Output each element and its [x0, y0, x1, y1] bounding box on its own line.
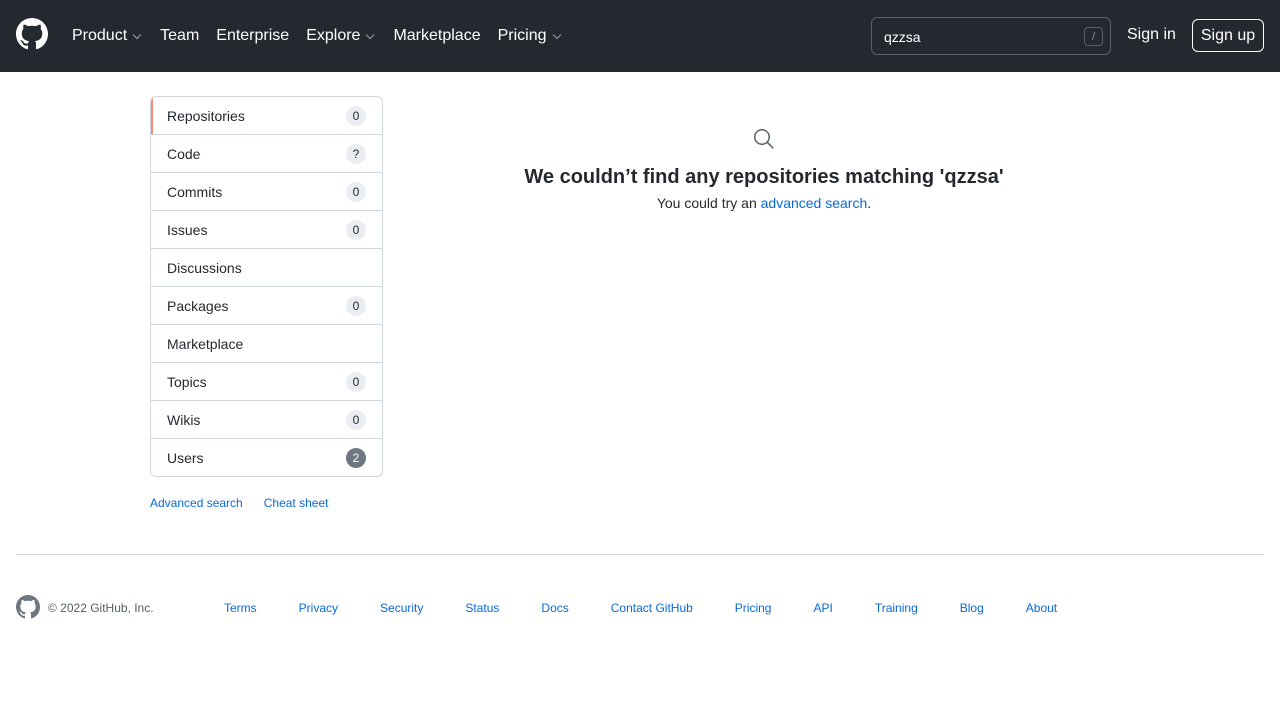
footer-link-docs[interactable]: Docs — [541, 601, 568, 615]
search-icon — [754, 129, 774, 149]
count-badge: 0 — [346, 220, 366, 240]
search-input[interactable] — [884, 27, 1074, 47]
menu-item-label: Packages — [167, 297, 229, 314]
sign-in-link[interactable]: Sign in — [1127, 26, 1176, 44]
chevron-down-icon — [132, 34, 142, 40]
menu-item-label: Topics — [167, 373, 207, 390]
nav-pricing-label: Pricing — [497, 27, 547, 44]
footer-link-training[interactable]: Training — [875, 601, 918, 615]
count-badge: 0 — [346, 296, 366, 316]
footer-link-blog[interactable]: Blog — [960, 601, 984, 615]
search-shortcut-key: / — [1084, 27, 1103, 46]
nav-team[interactable]: Team — [160, 27, 199, 45]
menu-item-repositories[interactable]: Repositories 0 — [151, 97, 382, 134]
site-header: Product Team Enterprise Explore Marketpl… — [0, 0, 1280, 72]
menu-item-label: Code — [167, 145, 201, 162]
search-help-links: Advanced search Cheat sheet — [150, 496, 349, 510]
footer-divider — [16, 554, 1264, 555]
nav-explore-label: Explore — [306, 27, 361, 44]
main-nav: Product Team Enterprise Explore Marketpl… — [72, 0, 580, 72]
menu-item-commits[interactable]: Commits 0 — [151, 172, 382, 210]
nav-team-label: Team — [160, 27, 200, 44]
menu-item-label: Repositories — [167, 107, 245, 124]
count-badge: 0 — [346, 410, 366, 430]
nav-enterprise[interactable]: Enterprise — [216, 27, 289, 45]
menu-item-label: Issues — [167, 221, 208, 238]
footer-link-privacy[interactable]: Privacy — [299, 601, 338, 615]
menu-item-packages[interactable]: Packages 0 — [151, 286, 382, 324]
footer-link-api[interactable]: API — [813, 601, 832, 615]
menu-item-users[interactable]: Users 2 — [151, 438, 382, 476]
sign-up-button[interactable]: Sign up — [1192, 19, 1264, 52]
menu-item-label: Discussions — [167, 259, 242, 276]
subtitle-suffix: . — [867, 195, 872, 211]
advanced-search-link[interactable]: advanced search — [761, 195, 868, 211]
menu-item-label: Users — [167, 449, 204, 466]
count-badge: 0 — [346, 182, 366, 202]
menu-item-label: Wikis — [167, 411, 201, 428]
footer-link-security[interactable]: Security — [380, 601, 423, 615]
menu-item-code[interactable]: Code ? — [151, 134, 382, 172]
nav-product-label: Product — [72, 27, 128, 44]
copyright-text: © 2022 GitHub, Inc. — [48, 601, 154, 615]
menu-item-marketplace[interactable]: Marketplace — [151, 324, 382, 362]
footer-link-contact[interactable]: Contact GitHub — [611, 601, 693, 615]
nav-product[interactable]: Product — [72, 27, 143, 45]
menu-item-label: Commits — [167, 183, 223, 200]
empty-state-subtitle: You could try an advanced search. — [404, 195, 1124, 211]
footer-nav: Terms Privacy Security Status Docs Conta… — [224, 601, 1099, 615]
footer-link-pricing[interactable]: Pricing — [735, 601, 772, 615]
count-badge: ? — [346, 144, 366, 164]
count-badge: 0 — [346, 106, 366, 126]
count-badge: 2 — [346, 448, 366, 468]
menu-item-topics[interactable]: Topics 0 — [151, 362, 382, 400]
count-badge: 0 — [346, 372, 366, 392]
chevron-down-icon — [552, 34, 561, 40]
menu-item-discussions[interactable]: Discussions — [151, 248, 382, 286]
github-mark-icon[interactable] — [16, 595, 40, 619]
github-logo-icon[interactable] — [16, 18, 48, 50]
chevron-down-icon — [366, 34, 375, 40]
nav-marketplace[interactable]: Marketplace — [393, 27, 480, 45]
footer-link-status[interactable]: Status — [465, 601, 499, 615]
nav-pricing[interactable]: Pricing — [498, 27, 563, 45]
search-box[interactable]: / — [871, 17, 1111, 55]
menu-item-wikis[interactable]: Wikis 0 — [151, 400, 382, 438]
cheat-sheet-link[interactable]: Cheat sheet — [264, 496, 329, 510]
menu-item-label: Marketplace — [167, 335, 244, 352]
empty-state-title: We couldn’t find any repositories matchi… — [524, 166, 1004, 188]
nav-explore[interactable]: Explore — [306, 27, 376, 45]
menu-item-issues[interactable]: Issues 0 — [151, 210, 382, 248]
footer-link-about[interactable]: About — [1026, 601, 1057, 615]
nav-marketplace-label: Marketplace — [393, 27, 481, 44]
footer-link-terms[interactable]: Terms — [224, 601, 257, 615]
search-type-menu: Repositories 0 Code ? Commits 0 Issues 0… — [150, 96, 383, 477]
subtitle-prefix: You could try an — [656, 195, 761, 211]
advanced-search-link[interactable]: Advanced search — [150, 496, 243, 510]
nav-enterprise-label: Enterprise — [216, 27, 290, 44]
